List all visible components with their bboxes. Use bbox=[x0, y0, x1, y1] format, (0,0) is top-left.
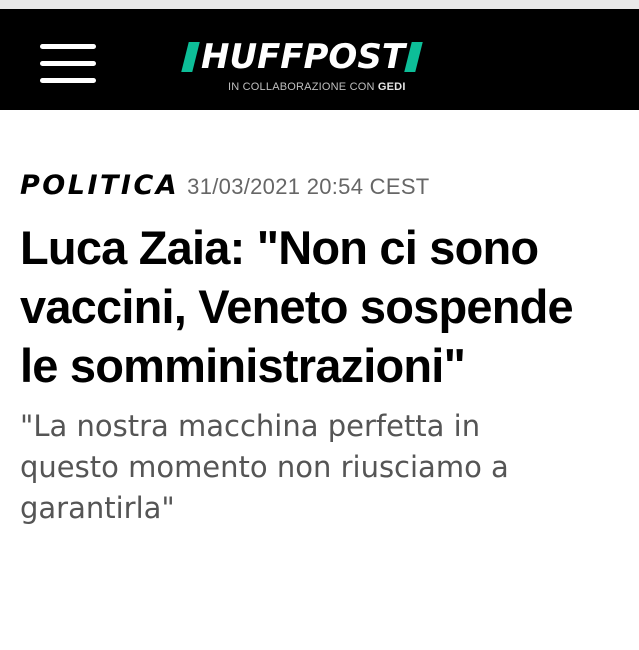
site-header: HUFFPOST IN COLLABORAZIONE CON GEDI bbox=[0, 9, 639, 110]
logo-subtitle-brand: GEDI bbox=[377, 81, 406, 93]
status-strip bbox=[0, 0, 639, 9]
huffpost-logo[interactable]: HUFFPOST IN COLLABORAZIONE CON GEDI bbox=[181, 37, 455, 97]
menu-line bbox=[40, 78, 96, 83]
article-headline: Luca Zaia: "Non ci sono vaccini, Veneto … bbox=[20, 221, 574, 392]
logo-wordmark: HUFFPOST bbox=[181, 37, 423, 77]
section-link[interactable]: POLITICA bbox=[20, 170, 179, 201]
logo-bar-left bbox=[181, 42, 200, 72]
logo-text: HUFFPOST bbox=[201, 37, 406, 77]
menu-line bbox=[40, 61, 96, 66]
menu-line bbox=[40, 44, 96, 49]
hamburger-menu-icon[interactable] bbox=[40, 42, 96, 86]
article-meta: POLITICA 31/03/2021 20:54 CEST bbox=[20, 170, 620, 214]
article-subtitle: "La nostra macchina perfetta in questo m… bbox=[20, 409, 509, 525]
logo-bar-right bbox=[404, 42, 423, 72]
logo-subtitle: IN COLLABORAZIONE CON GEDI bbox=[228, 81, 406, 93]
logo-subtitle-prefix: IN COLLABORAZIONE CON bbox=[228, 81, 375, 93]
article: POLITICA 31/03/2021 20:54 CEST Luca Zaia… bbox=[20, 170, 620, 529]
publish-date: 31/03/2021 20:54 CEST bbox=[187, 174, 430, 199]
